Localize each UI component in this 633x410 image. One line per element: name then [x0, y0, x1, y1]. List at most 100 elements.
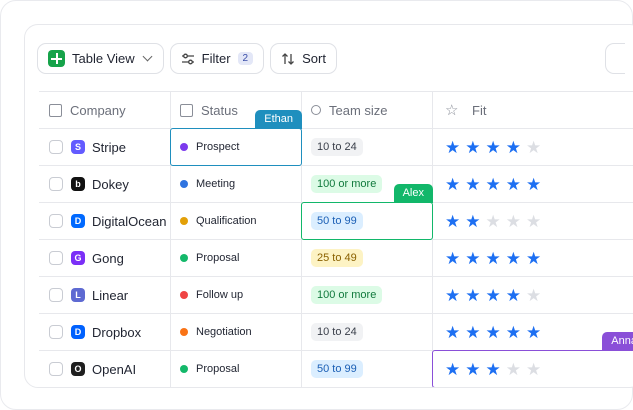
team-size-cell[interactable]: 50 to 99 — [302, 351, 433, 387]
filter-button[interactable]: Filter 2 — [169, 43, 265, 74]
status-cell[interactable]: Proposal — [171, 351, 302, 387]
column-header-company[interactable]: Company — [39, 92, 171, 128]
status-label: Prospect — [196, 141, 240, 153]
fit-rating-cell[interactable]: ★ ★ ★ ★ ★ — [433, 277, 633, 313]
table-row[interactable]: S Stripe Prospect Ethan 10 to 24 ★ ★ ★ ★ ★ — [39, 110, 633, 166]
status-label: Qualification — [196, 215, 257, 227]
building-icon — [49, 103, 62, 117]
company-cell[interactable]: O OpenAI — [39, 351, 171, 387]
status-label: Follow up — [196, 289, 244, 301]
company-cell[interactable]: D DigitalOcean — [39, 203, 171, 239]
status-cell[interactable]: Negotiation — [171, 314, 302, 350]
table-row[interactable]: D Dropbox Negotiation 10 to 24 ★ ★ ★ ★ ★ — [39, 314, 633, 351]
column-header-team-size[interactable]: Team size — [302, 92, 433, 128]
star-icon[interactable]: ★ — [445, 176, 460, 193]
sort-button[interactable]: Sort — [270, 43, 337, 74]
company-name: DigitalOcean — [92, 213, 167, 229]
company-logo-icon: G — [71, 251, 85, 265]
star-icon[interactable]: ★ — [506, 361, 521, 378]
row-checkbox[interactable] — [49, 325, 63, 339]
star-icon[interactable]: ★ — [445, 324, 460, 341]
team-size-cell[interactable]: 50 to 99 Alex — [301, 184, 433, 240]
team-size-cell[interactable]: 100 or more — [302, 166, 433, 202]
row-checkbox[interactable] — [49, 140, 63, 154]
company-cell[interactable]: b Dokey — [39, 166, 171, 202]
table-row[interactable]: D DigitalOcean Qualification 50 to 99 Alex ★ ★… — [39, 184, 633, 240]
team-size-cell[interactable]: 100 or more — [302, 277, 433, 313]
team-size-cell[interactable]: 25 to 49 — [302, 240, 433, 276]
fit-rating-cell[interactable]: ★ ★ ★ ★ ★ — [433, 129, 633, 165]
row-checkbox[interactable] — [49, 251, 63, 265]
status-cell[interactable]: Follow up — [171, 277, 302, 313]
star-icon[interactable]: ★ — [465, 250, 480, 267]
star-icon[interactable]: ★ — [506, 250, 521, 267]
table-view-button[interactable]: Table View — [37, 43, 164, 74]
table-row[interactable]: OOpenAIProposal50 to 99★★★★★Anna — [39, 332, 633, 387]
fit-rating-cell[interactable]: ★ ★ ★ ★ ★ — [433, 203, 633, 239]
company-logo-icon: b — [71, 177, 85, 191]
star-icon[interactable]: ★ — [486, 213, 501, 230]
row-checkbox[interactable] — [49, 362, 63, 376]
star-icon[interactable]: ★ — [506, 213, 521, 230]
star-icon[interactable]: ★ — [486, 176, 501, 193]
fit-rating-cell[interactable]: ★ ★ ★ ★ ★ — [433, 314, 633, 350]
star-icon[interactable]: ★ — [526, 250, 541, 267]
star-icon[interactable]: ★ — [445, 250, 460, 267]
people-icon — [311, 105, 321, 115]
company-cell[interactable]: G Gong — [39, 240, 171, 276]
status-cell[interactable]: Prospect Ethan — [170, 110, 302, 166]
row-checkbox[interactable] — [49, 288, 63, 302]
star-icon[interactable]: ★ — [445, 287, 460, 304]
team-size-pill: 10 to 24 — [311, 323, 363, 341]
toolbar-overflow-button[interactable] — [605, 43, 625, 74]
table-row[interactable]: L Linear Follow up 100 or more ★ ★ ★ ★ ★ — [39, 277, 633, 314]
star-icon[interactable]: ★ — [445, 213, 460, 230]
star-icon[interactable]: ★ — [526, 139, 541, 156]
star-icon[interactable]: ★ — [506, 287, 521, 304]
star-icon[interactable]: ★ — [486, 324, 501, 341]
team-size-pill: 10 to 24 — [311, 138, 363, 156]
fit-rating-cell[interactable]: ★★★★★Anna — [432, 332, 633, 387]
status-icon — [180, 103, 193, 117]
star-icon[interactable]: ★ — [526, 324, 541, 341]
star-icon[interactable]: ★ — [506, 324, 521, 341]
row-checkbox[interactable] — [49, 177, 63, 191]
star-icon[interactable]: ★ — [445, 361, 460, 378]
status-dot-icon — [180, 180, 188, 188]
company-cell[interactable]: S Stripe — [39, 129, 171, 165]
team-size-cell[interactable]: 10 to 24 — [302, 314, 433, 350]
star-icon[interactable]: ★ — [486, 139, 501, 156]
star-icon[interactable]: ★ — [526, 361, 541, 378]
star-icon[interactable]: ★ — [526, 213, 541, 230]
star-icon[interactable]: ★ — [465, 213, 480, 230]
star-icon[interactable]: ★ — [506, 139, 521, 156]
star-icon[interactable]: ★ — [465, 139, 480, 156]
star-icon[interactable]: ★ — [486, 287, 501, 304]
table-row[interactable]: G Gong Proposal 25 to 49 ★ ★ ★ ★ ★ — [39, 240, 633, 277]
star-icon[interactable]: ★ — [465, 287, 480, 304]
column-header-status[interactable]: Status — [171, 92, 302, 128]
star-icon[interactable]: ★ — [506, 176, 521, 193]
star-icon[interactable]: ★ — [445, 139, 460, 156]
column-header-fit[interactable]: ☆ Fit — [433, 92, 633, 128]
status-cell[interactable]: Meeting — [171, 166, 302, 202]
company-cell[interactable]: L Linear — [39, 277, 171, 313]
star-icon[interactable]: ★ — [465, 361, 480, 378]
table-grid-icon — [48, 50, 65, 67]
company-cell[interactable]: D Dropbox — [39, 314, 171, 350]
table-row[interactable]: b Dokey Meeting 100 or more ★ ★ ★ ★ ★ — [39, 166, 633, 203]
row-checkbox[interactable] — [49, 214, 63, 228]
fit-rating-cell[interactable]: ★ ★ ★ ★ ★ — [433, 240, 633, 276]
star-icon[interactable]: ★ — [526, 176, 541, 193]
fit-rating-cell[interactable]: ★ ★ ★ ★ ★ — [433, 166, 633, 202]
star-icon[interactable]: ★ — [465, 324, 480, 341]
team-size-cell[interactable]: 10 to 24 — [302, 129, 433, 165]
star-icon[interactable]: ★ — [486, 250, 501, 267]
star-icon[interactable]: ★ — [465, 176, 480, 193]
star-icon[interactable]: ★ — [526, 287, 541, 304]
status-cell[interactable]: Qualification — [171, 203, 302, 239]
status-label: Negotiation — [196, 326, 252, 338]
status-cell[interactable]: Proposal — [171, 240, 302, 276]
company-name: Dropbox — [92, 324, 142, 340]
star-icon[interactable]: ★ — [486, 361, 501, 378]
